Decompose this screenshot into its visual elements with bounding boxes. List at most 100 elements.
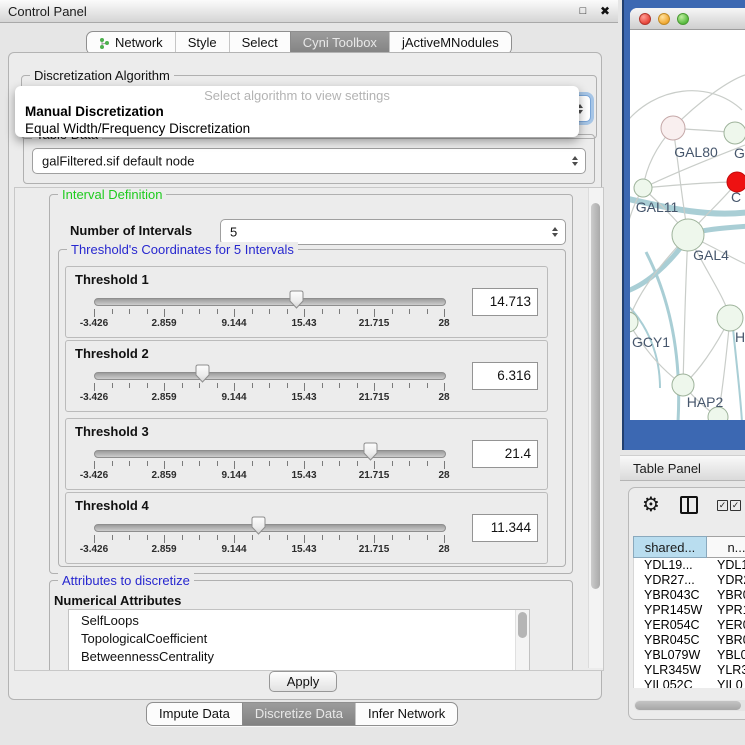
threshold-1-slider[interactable]: -3.4262.8599.14415.4321.71528 [94, 290, 444, 328]
table-row[interactable]: YER054CYER0 [634, 618, 745, 633]
cell-name[interactable]: YLR3 [708, 663, 745, 678]
slider-thumb[interactable] [289, 290, 304, 309]
tick-mark [147, 535, 148, 540]
apply-button[interactable]: Apply [269, 671, 337, 692]
tick-mark [129, 309, 130, 314]
column-header-shared-name[interactable]: shared... [633, 536, 707, 558]
close-icon[interactable]: ✖ [592, 4, 618, 18]
table-columns-icon[interactable] [680, 496, 698, 514]
gear-icon[interactable]: ⚙ [642, 492, 660, 517]
cell-shared-name[interactable]: YDR27... [634, 573, 708, 588]
threshold-2-value-field[interactable]: 6.316 [472, 362, 538, 390]
cell-name[interactable]: YER0 [708, 618, 745, 633]
cell-name[interactable]: YBL0 [708, 648, 745, 663]
list-scrollbar[interactable] [515, 610, 529, 671]
vertical-scrollbar-thumb[interactable] [591, 203, 600, 589]
tick-mark [269, 535, 270, 540]
tab-discretize-data[interactable]: Discretize Data [242, 703, 355, 725]
slider-tick-labels: -3.4262.8599.14415.4321.71528 [94, 470, 444, 481]
cell-shared-name[interactable]: YBR045C [634, 633, 708, 648]
select-all-checkbox-icon[interactable]: ✓ [717, 500, 728, 511]
threshold-3-slider[interactable]: -3.4262.8599.14415.4321.71528 [94, 442, 444, 480]
tick-label: 2.859 [151, 544, 176, 555]
cell-shared-name[interactable]: YPR145W [634, 603, 708, 618]
node-label: GCY1 [632, 334, 670, 350]
tab-label: Style [188, 32, 217, 54]
node-g[interactable] [724, 122, 745, 144]
tick-mark [112, 309, 113, 314]
threshold-2-block: Threshold 2 -3.4262.8599.14415.4321.7152… [65, 340, 548, 412]
tab-label: Select [242, 32, 278, 54]
cell-shared-name[interactable]: YDL19... [634, 558, 708, 573]
attribute-list-item[interactable]: TopologicalCoefficient [69, 630, 529, 648]
slider-thumb[interactable] [251, 516, 266, 535]
tab-jactivemnodules[interactable]: jActiveMNodules [389, 32, 511, 54]
numerical-attributes-list: SelfLoopsTopologicalCoefficientBetweenne… [68, 609, 530, 671]
table-row[interactable]: YBL079WYBL0 [634, 648, 745, 663]
table-row[interactable]: YIL052CYIL0 [634, 678, 745, 688]
tick-mark [339, 461, 340, 466]
group-label: Interval Definition [58, 187, 166, 202]
table-data-combobox[interactable]: galFiltered.sif default node [32, 148, 586, 174]
slider-track[interactable] [94, 298, 446, 306]
table-row[interactable]: YBR043CYBR0 [634, 588, 745, 603]
table-row[interactable]: YBR045CYBR0 [634, 633, 745, 648]
table-row[interactable]: YDR27...YDR2 [634, 573, 745, 588]
table-row[interactable]: YPR145WYPR1 [634, 603, 745, 618]
threshold-4-value-field[interactable]: 11.344 [472, 514, 538, 542]
slider-track[interactable] [94, 524, 446, 532]
table-header-row: shared... n... [633, 536, 745, 558]
slider-track[interactable] [94, 450, 446, 458]
threshold-2-slider[interactable]: -3.4262.8599.14415.4321.71528 [94, 364, 444, 402]
threshold-4-slider[interactable]: -3.4262.8599.14415.4321.71528 [94, 516, 444, 554]
zoom-traffic-light[interactable] [677, 13, 689, 25]
node-gal80[interactable] [661, 116, 685, 140]
cell-shared-name[interactable]: YBL079W [634, 648, 708, 663]
tick-mark [112, 383, 113, 388]
horizontal-scrollbar[interactable] [634, 700, 745, 711]
horizontal-scrollbar-thumb[interactable] [635, 701, 741, 710]
cell-shared-name[interactable]: YIL052C [634, 678, 708, 688]
cell-name[interactable]: YBR0 [708, 633, 745, 648]
dropdown-option-manual-discretization[interactable]: Manual Discretization [15, 103, 579, 120]
attribute-list-item[interactable]: SelfLoops [69, 610, 529, 630]
cell-name[interactable]: YDR2 [708, 573, 745, 588]
threshold-1-value-field[interactable]: 14.713 [472, 288, 538, 316]
float-window-icon[interactable]: □ [574, 5, 592, 17]
attribute-list-item[interactable]: BetweennessCentrality [69, 648, 529, 666]
cell-shared-name[interactable]: YER054C [634, 618, 708, 633]
threshold-label: Threshold 4 [75, 498, 149, 513]
dropdown-option-equal-width-frequency[interactable]: Equal Width/Frequency Discretization [15, 120, 579, 137]
tick-label: 15.43 [291, 470, 316, 481]
node-hap2[interactable] [672, 374, 694, 396]
tab-network[interactable]: Network [87, 32, 175, 54]
tab-select[interactable]: Select [229, 32, 290, 54]
list-scrollbar-thumb[interactable] [518, 612, 527, 638]
slider-track[interactable] [94, 372, 446, 380]
tab-infer-network[interactable]: Infer Network [355, 703, 457, 725]
select-columns-checkbox-icon[interactable]: ✓ [730, 500, 741, 511]
cell-name[interactable]: YIL0 [708, 678, 743, 688]
node-gal11[interactable] [634, 179, 652, 197]
table-row[interactable]: YDL19...YDL1 [634, 558, 745, 573]
cell-name[interactable]: YBR0 [708, 588, 745, 603]
minimize-traffic-light[interactable] [658, 13, 670, 25]
tab-impute-data[interactable]: Impute Data [147, 703, 242, 725]
column-header-name[interactable]: n... [707, 536, 745, 558]
tab-style[interactable]: Style [175, 32, 229, 54]
table-row[interactable]: YLR345WYLR3 [634, 663, 745, 678]
cell-shared-name[interactable]: YLR345W [634, 663, 708, 678]
slider-thumb[interactable] [195, 364, 210, 383]
cell-name[interactable]: YDL1 [708, 558, 745, 573]
close-traffic-light[interactable] [639, 13, 651, 25]
tab-cyni-toolbox[interactable]: Cyni Toolbox [290, 32, 389, 54]
threshold-3-value-field[interactable]: 21.4 [472, 440, 538, 468]
cell-shared-name[interactable]: YBR043C [634, 588, 708, 603]
cell-name[interactable]: YPR1 [708, 603, 745, 618]
node-h[interactable] [717, 305, 743, 331]
slider-thumb[interactable] [363, 442, 378, 461]
tick-label: 28 [438, 544, 449, 555]
slider-ticks [94, 383, 444, 392]
vertical-scrollbar[interactable] [588, 188, 603, 668]
network-canvas[interactable]: GAL80 G C GAL11 GAL4 GCY1 H HAP2 [630, 30, 745, 420]
